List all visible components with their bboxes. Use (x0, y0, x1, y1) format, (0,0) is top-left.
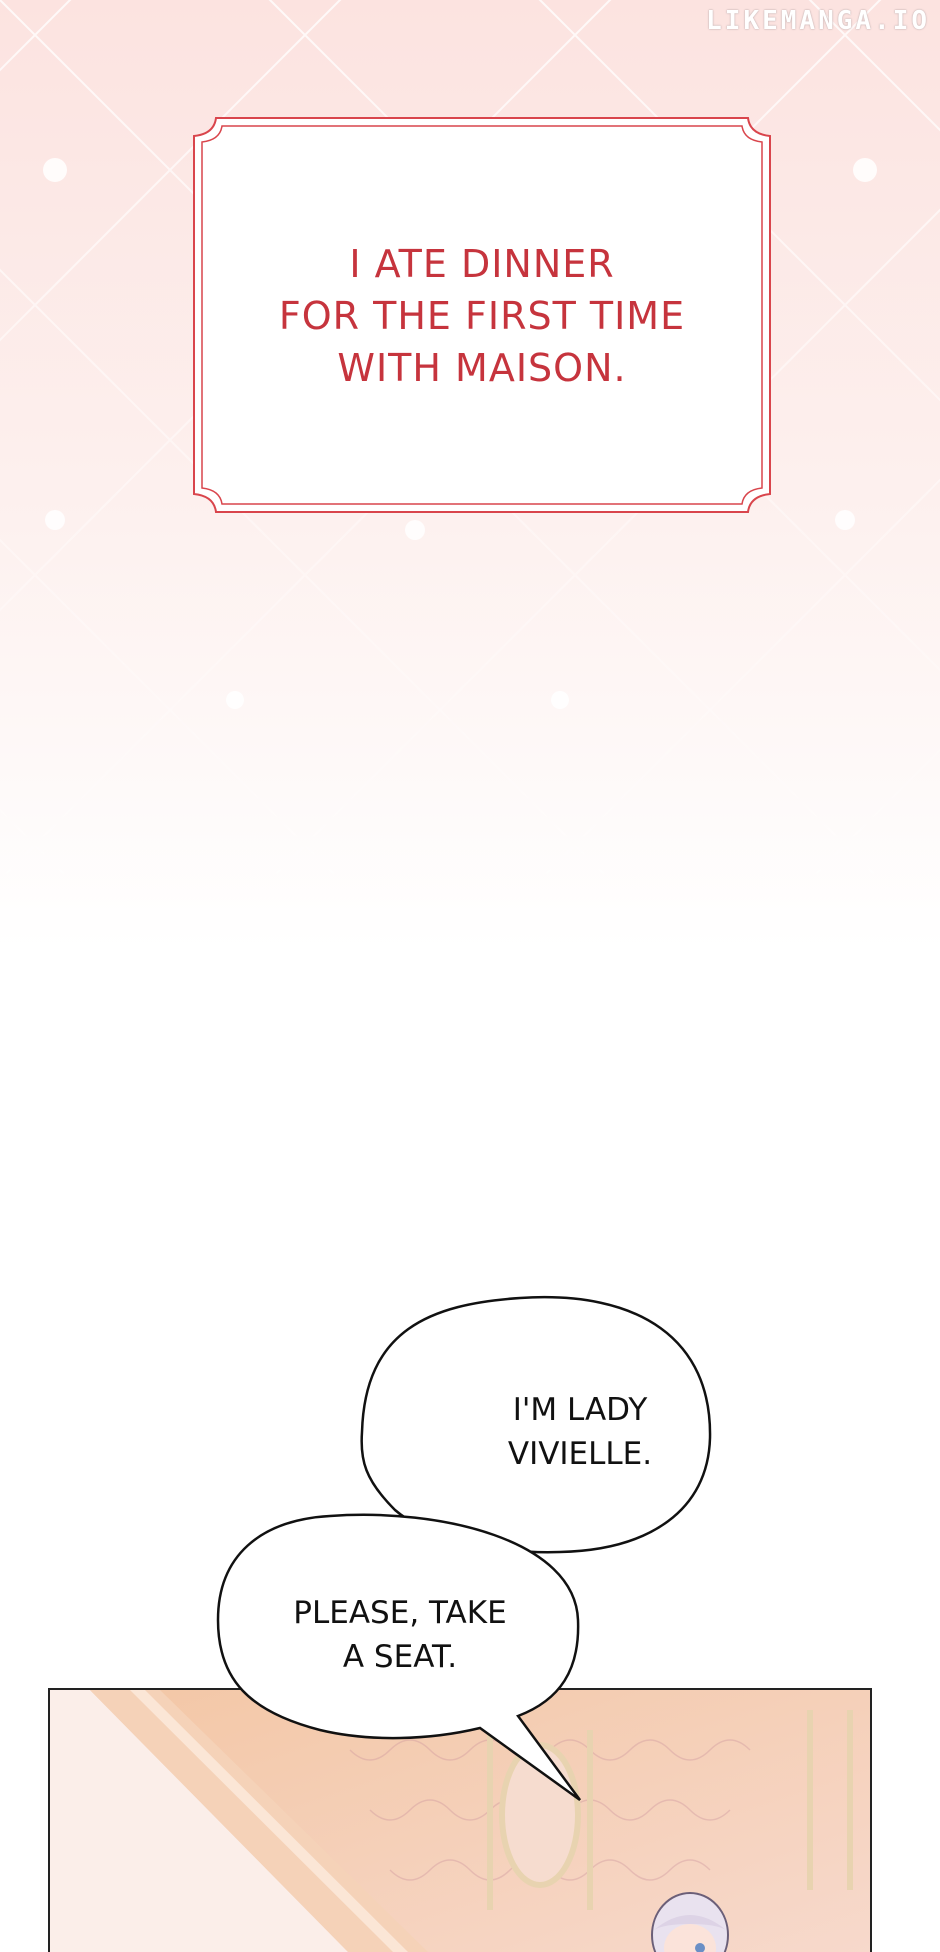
speech-line: I'M LADY (512, 1392, 648, 1428)
speech-bubble-2-text: PLEASE, TAKE A SEAT. (240, 1591, 560, 1679)
speech-line: A SEAT. (342, 1639, 458, 1675)
speech-line: VIVIELLE. (507, 1436, 653, 1472)
speech-line: PLEASE, TAKE (293, 1595, 507, 1631)
speech-bubble-1-text: I'M LADY VIVIELLE. (440, 1388, 720, 1476)
